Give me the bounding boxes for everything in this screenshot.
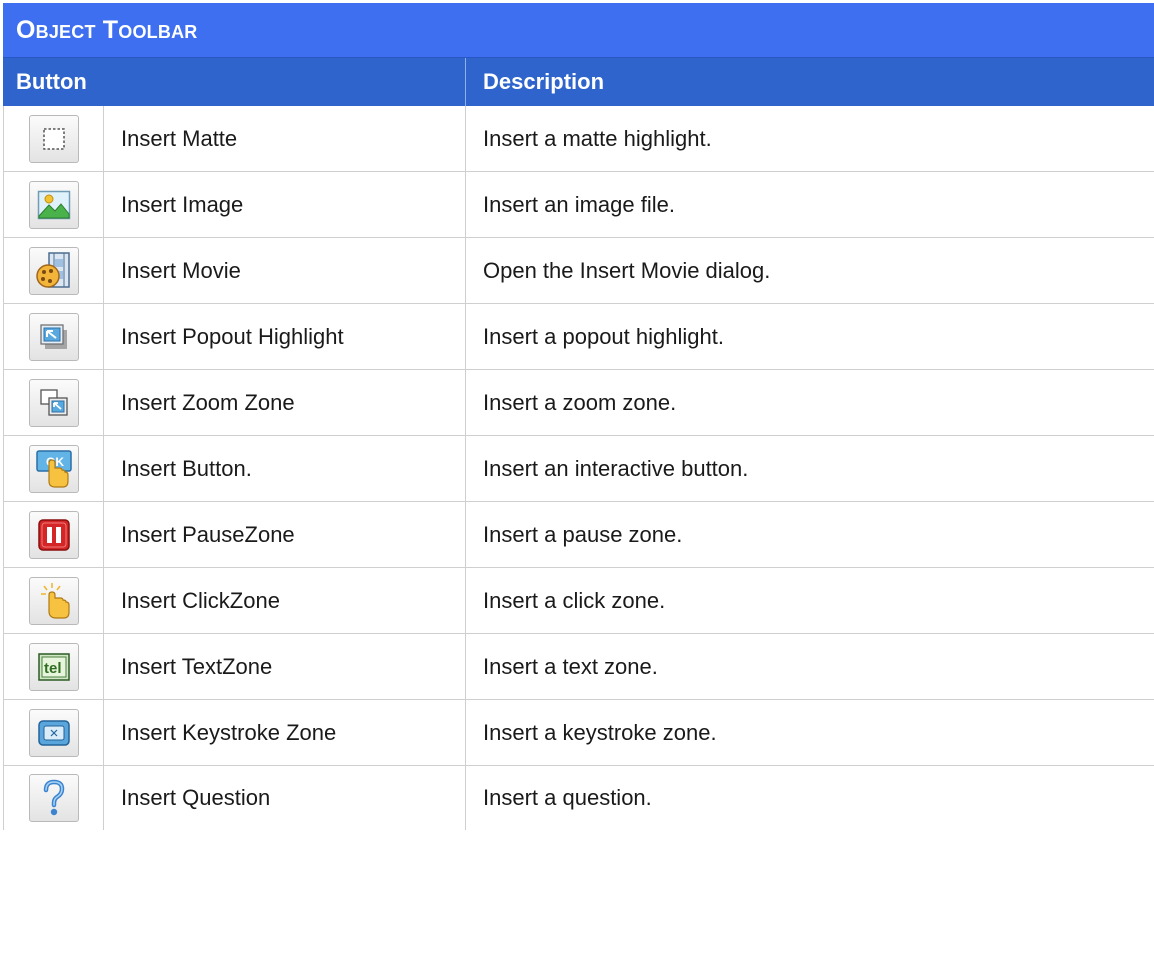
pause-zone-icon[interactable]	[28, 510, 79, 559]
button-description: Insert a keystroke zone.	[483, 719, 717, 745]
table-row: Insert Matte Insert a matte highlight.	[3, 106, 1154, 172]
button-name: Insert Image	[104, 172, 466, 237]
table-row: Insert Zoom Zone Insert a zoom zone.	[3, 370, 1154, 436]
zoom-zone-icon[interactable]	[28, 378, 79, 427]
keystroke-zone-icon[interactable]	[28, 708, 79, 757]
button-icon[interactable]: OK	[28, 444, 79, 493]
button-name: Insert PauseZone	[104, 502, 466, 567]
table-row: tel Insert TextZone Insert a text zone.	[3, 634, 1154, 700]
table-row: Insert ClickZone Insert a click zone.	[3, 568, 1154, 634]
table-row: Insert Movie Open the Insert Movie dialo…	[3, 238, 1154, 304]
text-zone-icon-text: tel	[44, 660, 62, 677]
movie-icon[interactable]	[28, 246, 79, 295]
button-description: Insert a pause zone.	[483, 521, 683, 547]
button-name: Insert Question	[104, 766, 466, 830]
button-name: Insert ClickZone	[104, 568, 466, 633]
click-zone-icon[interactable]	[28, 576, 79, 625]
button-description: Insert a matte highlight.	[483, 125, 712, 151]
button-name: Insert Popout Highlight	[104, 304, 466, 369]
table-row: Insert Image Insert an image file.	[3, 172, 1154, 238]
button-description: Insert a popout highlight.	[483, 323, 724, 349]
header-description: Description	[483, 69, 605, 94]
button-name: Insert Movie	[104, 238, 466, 303]
button-description: Insert a click zone.	[483, 587, 666, 613]
table-row: Insert Popout Highlight Insert a popout …	[3, 304, 1154, 370]
header-row: Button Description	[3, 58, 1154, 106]
object-toolbar-table: Object Toolbar Button Description Insert…	[3, 3, 1154, 830]
button-description: Insert a text zone.	[483, 653, 658, 679]
button-description: Open the Insert Movie dialog.	[483, 257, 771, 283]
table-row: Insert Keystroke Zone Insert a keystroke…	[3, 700, 1154, 766]
text-zone-icon[interactable]: tel	[28, 642, 79, 691]
button-description: Insert a question.	[483, 785, 652, 810]
button-description: Insert a zoom zone.	[483, 389, 677, 415]
table-title: Object Toolbar	[3, 3, 1154, 58]
button-name: Insert TextZone	[104, 634, 466, 699]
button-name: Insert Button.	[104, 436, 466, 501]
image-icon[interactable]	[28, 180, 79, 229]
table-row: Insert PauseZone Insert a pause zone.	[3, 502, 1154, 568]
table-row: Insert Question Insert a question.	[3, 766, 1154, 830]
popout-highlight-icon[interactable]	[28, 312, 79, 361]
button-name: Insert Zoom Zone	[104, 370, 466, 435]
table-row: OK Insert Button. Insert an interactive …	[3, 436, 1154, 502]
button-description: Insert an image file.	[483, 191, 675, 217]
button-name: Insert Keystroke Zone	[104, 700, 466, 765]
button-description: Insert an interactive button.	[483, 455, 749, 481]
question-icon[interactable]	[28, 774, 79, 822]
header-button: Button	[3, 58, 466, 106]
matte-icon[interactable]	[28, 114, 79, 163]
button-name: Insert Matte	[104, 106, 466, 171]
